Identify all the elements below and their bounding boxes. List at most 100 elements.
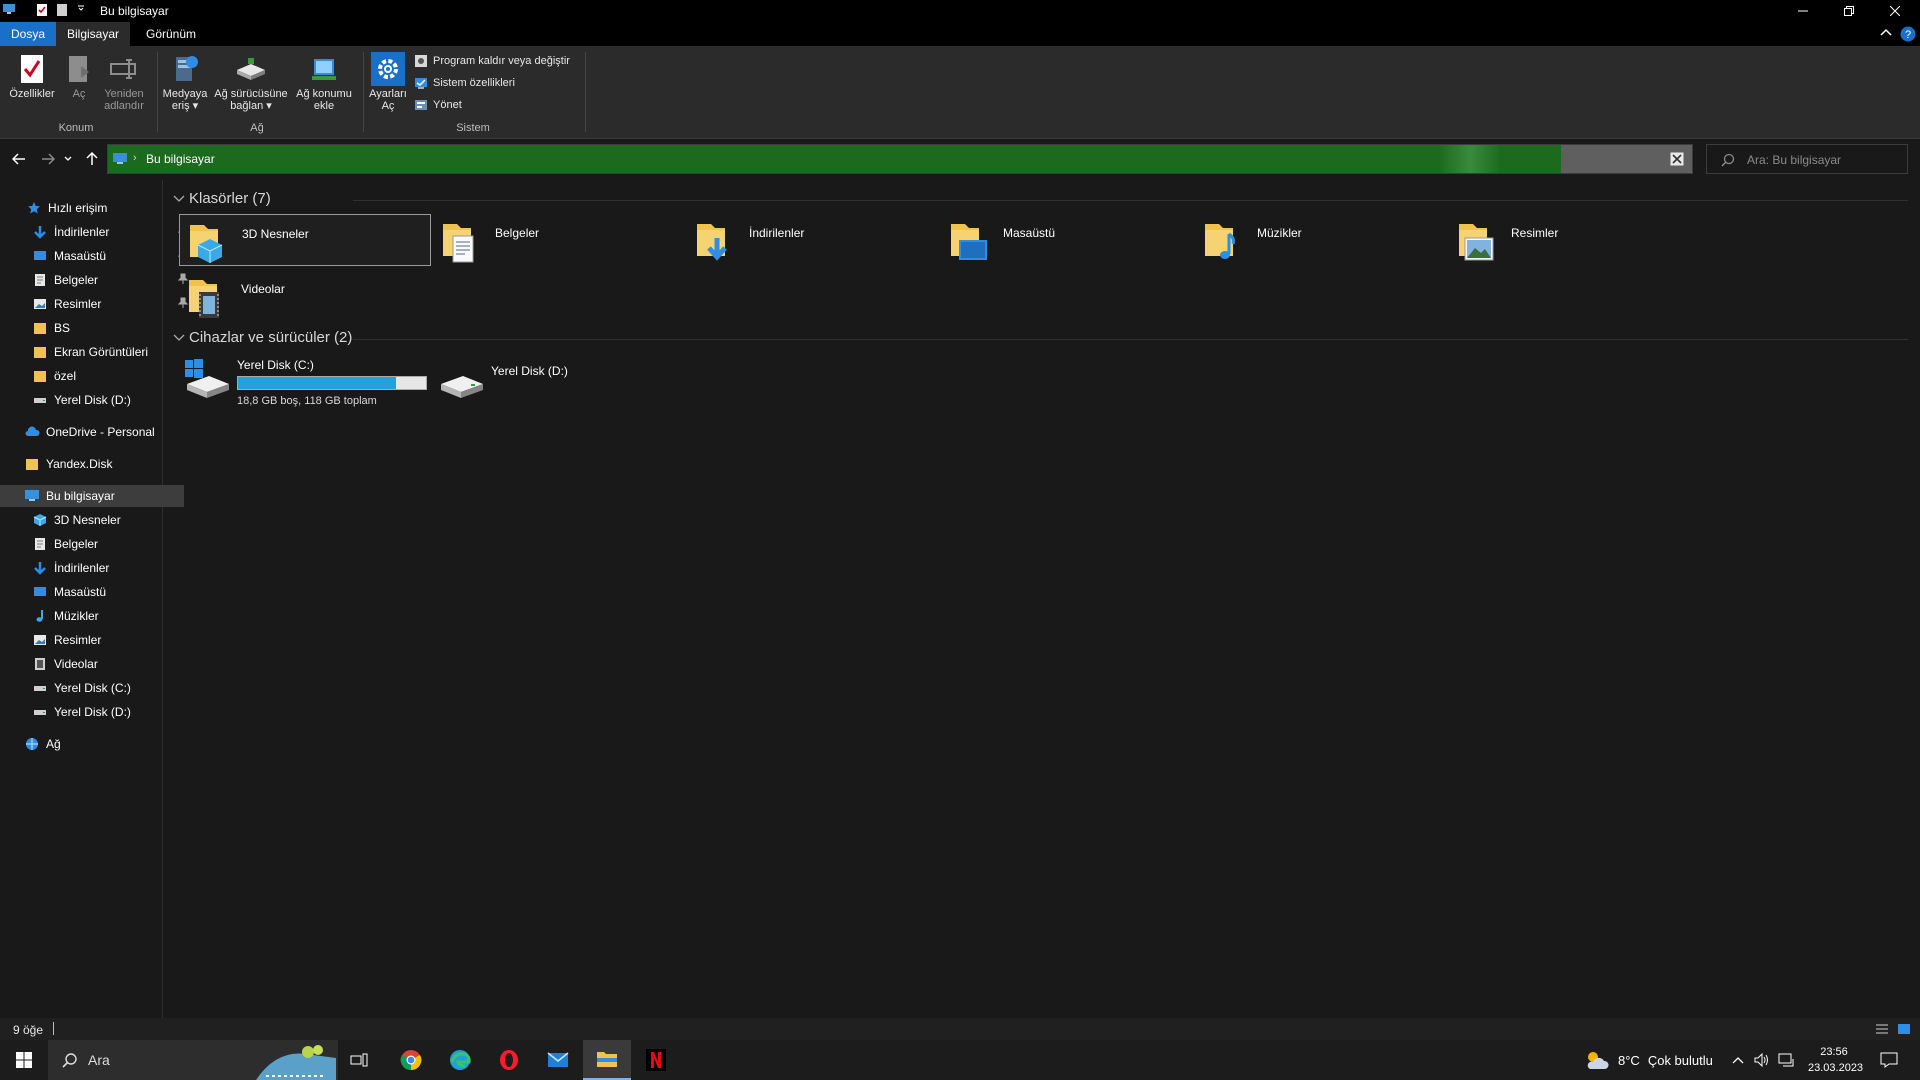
add-network-location-button[interactable]: Ağ konumu ekle (292, 52, 356, 112)
drive-d[interactable]: Yerel Disk (D:) (437, 354, 568, 402)
show-hidden-icons-button[interactable] (1732, 1040, 1744, 1080)
uninstall-program-button[interactable]: Program kaldır veya değiştir (414, 54, 570, 68)
ribbon-separator (585, 52, 586, 132)
help-icon[interactable]: ? (1900, 26, 1916, 42)
address-bar[interactable]: › Bu bilgisayar (107, 144, 1693, 174)
tab-view[interactable]: Görünüm (134, 22, 208, 46)
rename-button[interactable]: Yeniden adlandır (100, 52, 148, 112)
picture-icon (32, 632, 48, 648)
volume-button[interactable] (1754, 1040, 1770, 1080)
open-button[interactable]: Aç (64, 52, 94, 100)
properties-button[interactable]: Özellikler (6, 52, 58, 100)
folders-group-header[interactable]: Klasörler (7) (173, 190, 271, 207)
hard-drive-icon (32, 704, 48, 720)
taskbar-search[interactable]: Ara (48, 1040, 338, 1080)
new-folder-quick-icon[interactable] (56, 3, 68, 17)
file-explorer-taskbar-button[interactable] (583, 1040, 631, 1080)
group-divider (353, 200, 1908, 201)
folder-documents-icon (443, 224, 474, 263)
map-network-drive-button[interactable]: Ağ sürücüsüne bağlan ▾ (212, 52, 290, 112)
drive-usage-bar (237, 376, 427, 390)
system-properties-button[interactable]: Sistem özellikleri (414, 76, 515, 90)
network-drive-icon (234, 52, 268, 86)
up-arrow-icon[interactable] (82, 150, 102, 168)
folder-desktop[interactable]: Masaüstü (941, 214, 1193, 266)
film-icon (32, 656, 48, 672)
minimize-button[interactable] (1780, 0, 1826, 22)
mail-taskbar-button[interactable] (534, 1040, 582, 1080)
search-placeholder: Ara: Bu bilgisayar (1747, 153, 1842, 167)
action-center-button[interactable] (1880, 1040, 1898, 1080)
opera-taskbar-button[interactable] (485, 1040, 533, 1080)
properties-quick-icon[interactable] (36, 3, 48, 17)
drive-c[interactable]: Yerel Disk (C:) 18,8 GB boş, 118 GB topl… (183, 354, 427, 407)
collapse-chevron-icon (173, 334, 185, 341)
edge-taskbar-button[interactable] (436, 1040, 484, 1080)
restore-button[interactable] (1826, 0, 1872, 22)
start-button[interactable] (0, 1040, 48, 1080)
file-explorer-icon (597, 1052, 617, 1067)
forward-arrow-icon[interactable] (38, 150, 58, 168)
file-list-area: Klasörler (7) 3D Nesneler Belgeler İndir… (163, 180, 1920, 1018)
cloudy-weather-icon (1587, 1052, 1609, 1069)
tab-file[interactable]: Dosya (0, 22, 56, 46)
edge-icon (450, 1050, 471, 1070)
cloud-icon (24, 424, 40, 440)
folder-downloads[interactable]: İndirilenler (687, 214, 939, 266)
notification-icon (1880, 1052, 1898, 1068)
desktop-icon (32, 248, 48, 264)
breadcrumb-chevron-icon[interactable]: › (133, 152, 137, 164)
folder-downloads-icon (697, 224, 727, 261)
taskbar: Ara 8°C Çok bulutlu 23:56 23.03.2023 (0, 1040, 1920, 1080)
nav-network[interactable]: Ağ (0, 733, 184, 755)
group-divider (353, 339, 1908, 340)
nav-yandex-disk[interactable]: Yandex.Disk (0, 453, 184, 475)
weather-widget[interactable]: 8°C Çok bulutlu (1584, 1040, 1713, 1080)
folder-videos[interactable]: Videolar (179, 270, 431, 322)
manage-icon (414, 98, 428, 112)
folder-icon (32, 320, 48, 336)
task-view-button[interactable] (335, 1040, 383, 1080)
this-pc-icon (112, 152, 128, 166)
stop-loading-icon[interactable] (1670, 152, 1684, 166)
task-view-icon (350, 1053, 368, 1067)
document-icon (32, 272, 48, 288)
details-view-icon[interactable] (1875, 1022, 1889, 1036)
media-access-button[interactable]: Medyaya eriş ▾ (160, 52, 210, 112)
this-pc-icon[interactable] (2, 3, 16, 15)
large-icons-view-icon[interactable] (1897, 1022, 1911, 1036)
customize-quick-access-icon[interactable] (76, 3, 86, 13)
nav-quick-access[interactable]: Hızlı erişim (0, 197, 186, 219)
taskbar-clock[interactable]: 23:56 23.03.2023 (1808, 1044, 1863, 1076)
folder-videos-icon (189, 280, 219, 318)
nav-onedrive[interactable]: OneDrive - Personal (0, 421, 184, 443)
collapse-ribbon-icon[interactable] (1880, 28, 1892, 38)
folder-music[interactable]: Müzikler (1195, 214, 1447, 266)
netflix-taskbar-button[interactable] (632, 1040, 680, 1080)
open-settings-button[interactable]: Ayarları Aç (366, 52, 410, 112)
close-button[interactable] (1872, 0, 1918, 22)
ribbon: Özellikler Aç Yeniden adlandır Konum Med… (0, 46, 1920, 139)
nav-this-pc[interactable]: Bu bilgisayar (0, 485, 184, 507)
search-box[interactable]: Ara: Bu bilgisayar (1706, 144, 1908, 174)
folder-pictures[interactable]: Resimler (1449, 214, 1701, 266)
manage-button[interactable]: Yönet (414, 98, 462, 112)
back-arrow-icon[interactable] (9, 150, 29, 168)
title-bar: Bu bilgisayar (0, 0, 1920, 22)
search-icon (1721, 153, 1735, 167)
drives-group-header[interactable]: Cihazlar ve sürücüler (2) (173, 329, 352, 346)
chrome-taskbar-button[interactable] (387, 1040, 435, 1080)
chevron-up-icon (1732, 1057, 1744, 1064)
folder-icon (32, 344, 48, 360)
folder-3d-objects[interactable]: 3D Nesneler (179, 214, 431, 266)
tab-computer[interactable]: Bilgisayar (56, 22, 130, 46)
download-arrow-icon (32, 224, 48, 240)
folder-pictures-icon (1459, 224, 1494, 261)
folder-documents[interactable]: Belgeler (433, 214, 685, 266)
network-status-button[interactable] (1778, 1040, 1796, 1080)
breadcrumb-location[interactable]: Bu bilgisayar (146, 152, 215, 166)
folder-icon (32, 368, 48, 384)
download-arrow-icon (32, 560, 48, 576)
media-server-icon (168, 52, 202, 86)
recent-locations-chevron-icon[interactable] (62, 150, 74, 168)
